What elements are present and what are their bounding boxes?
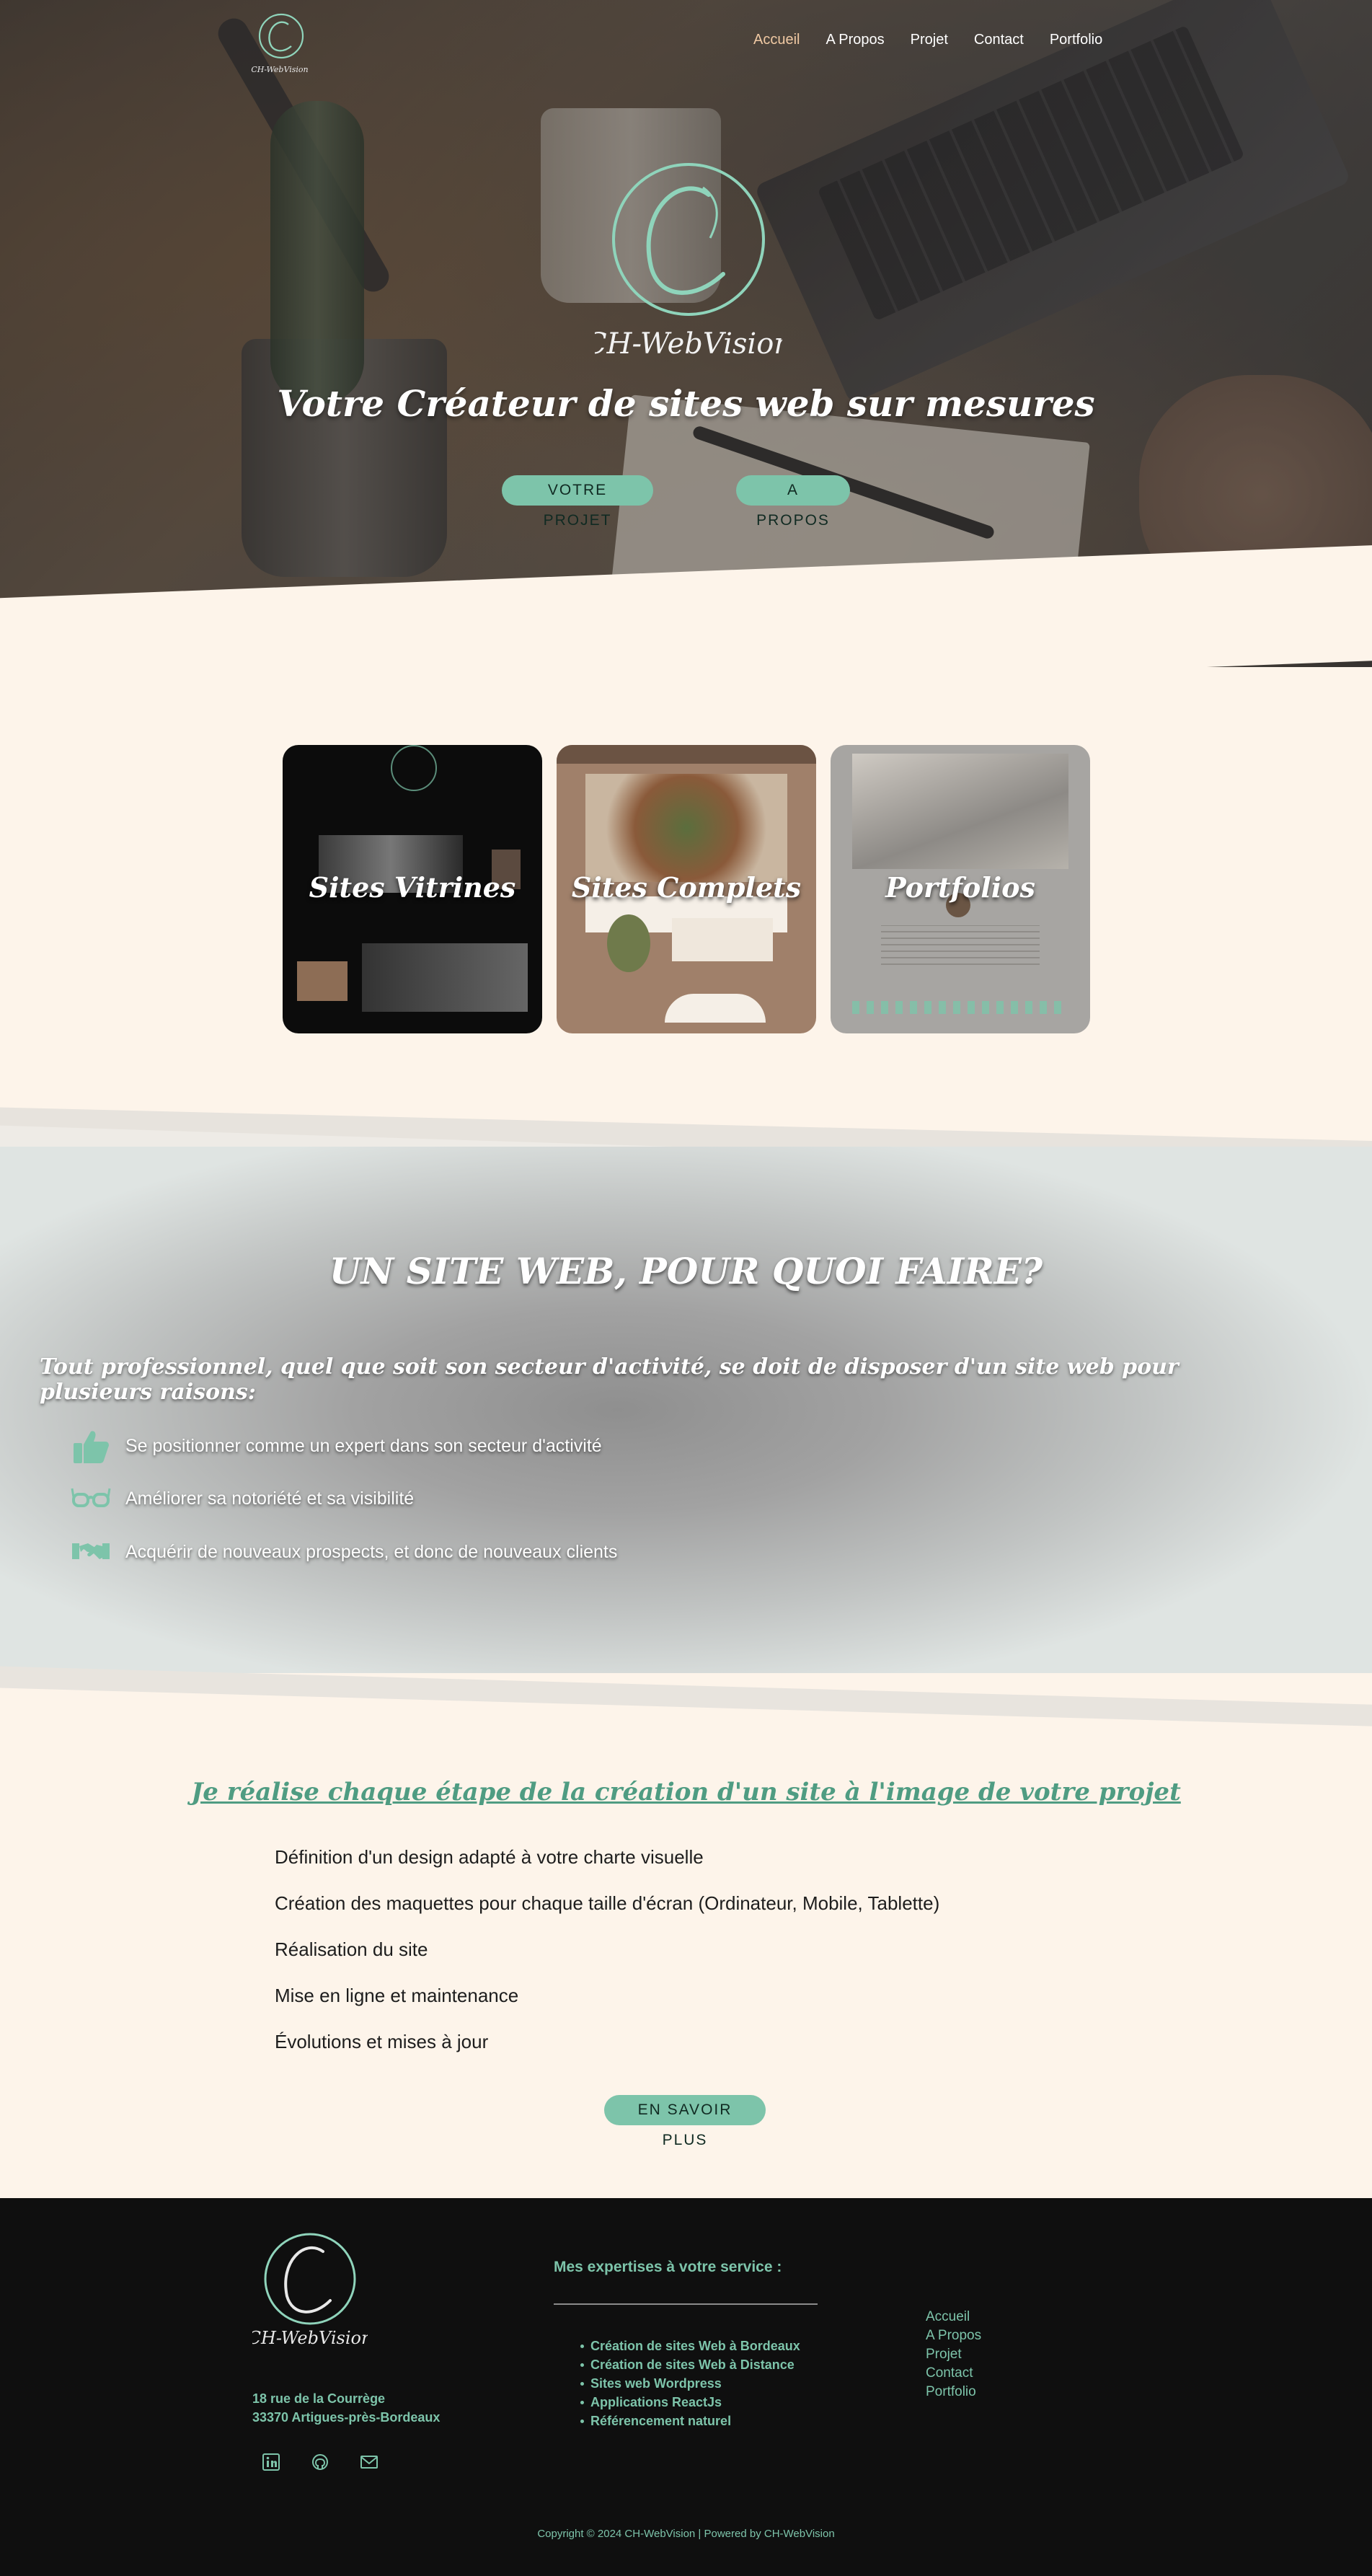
card-preview-navbar [557, 745, 816, 764]
votre-projet-button[interactable]: VOTRE PROJET [502, 475, 653, 529]
card-preview-skills [852, 1001, 1068, 1014]
main-nav: Accueil A Propos Projet Contact Portfoli… [753, 32, 1102, 48]
reason-text: Acquérir de nouveaux prospects, et donc … [125, 1541, 618, 1562]
why-title: UN SITE WEB, POUR QUOI FAIRE? [329, 1250, 1043, 1292]
expertise-link[interactable]: Sites web Wordpress [580, 2374, 800, 2393]
reason-item: Acquérir de nouveaux prospects, et donc … [71, 1532, 617, 1572]
why-section [0, 1147, 1372, 1673]
reason-item: Se positionner comme un expert dans son … [71, 1426, 602, 1466]
footer-copyright: Copyright © 2024 CH-WebVision | Powered … [537, 2528, 835, 2540]
footer-nav-portfolio[interactable]: Portfolio [926, 2383, 981, 2401]
process-step: Création des maquettes pour chaque taill… [275, 1892, 940, 1914]
card-sites-vitrines[interactable]: Sites Vitrines [283, 745, 542, 1033]
footer-logo-text: CH-WebVision [252, 2328, 368, 2348]
footer-logo[interactable]: CH-WebVision [252, 2228, 368, 2358]
nav-item-projet[interactable]: Projet [911, 32, 948, 48]
process-title: Je réalise chaque étape de la création d… [191, 1778, 1181, 1807]
expertise-link[interactable]: Création de sites Web à Distance [580, 2355, 800, 2374]
card-preview-logo [391, 745, 437, 791]
card-sites-complets[interactable]: Sites Complets [557, 745, 816, 1033]
reason-text: Améliorer sa notoriété et sa visibilité [125, 1488, 415, 1509]
footer-expertise-list: Création de sites Web à Bordeaux Créatio… [580, 2337, 800, 2430]
expertise-link[interactable]: Applications ReactJs [580, 2393, 800, 2412]
process-step: Définition d'un design adapté à votre ch… [275, 1846, 704, 1868]
nav-item-a-propos[interactable]: A Propos [826, 32, 884, 48]
hero-logo-text: CH-WebVision [595, 327, 782, 361]
footer-nav-contact[interactable]: Contact [926, 2364, 981, 2383]
hero-logo: CH-WebVision [595, 163, 782, 361]
card-title: Sites Vitrines [309, 871, 516, 904]
footer-divider [554, 2303, 818, 2305]
card-preview-banner [362, 943, 528, 1012]
nav-item-contact[interactable]: Contact [974, 32, 1024, 48]
why-subtitle: Tout professionnel, quel que soit son se… [40, 1354, 1179, 1405]
card-title: Portfolios [885, 871, 1035, 904]
footer-address: 18 rue de la Courrège 33370 Artigues-prè… [252, 2389, 440, 2427]
footer-nav-projet[interactable]: Projet [926, 2345, 981, 2364]
footer-expertise-title: Mes expertises à votre service : [554, 2259, 782, 2275]
a-propos-button[interactable]: A PROPOS [736, 475, 850, 529]
process-step: Réalisation du site [275, 1938, 428, 1960]
linkedin-icon[interactable] [261, 2452, 281, 2472]
address-line-1: 18 rue de la Courrège [252, 2391, 386, 2406]
nav-logo[interactable]: CH-WebVision [251, 10, 309, 79]
footer-nav-a-propos[interactable]: A Propos [926, 2326, 981, 2345]
card-preview-text [672, 918, 773, 961]
card-preview-portrait [297, 961, 348, 1001]
expertise-link[interactable]: Référencement naturel [580, 2412, 800, 2430]
nav-item-portfolio[interactable]: Portfolio [1050, 32, 1102, 48]
card-preview-food-image [585, 774, 787, 882]
process-step: Évolutions et mises à jour [275, 2031, 489, 2052]
github-icon[interactable] [310, 2452, 330, 2472]
reason-item: Améliorer sa notoriété et sa visibilité [71, 1478, 414, 1519]
nav-logo-text: CH-WebVision [251, 65, 308, 74]
thumbs-up-icon [74, 1431, 109, 1463]
en-savoir-plus-button[interactable]: EN SAVOIR PLUS [604, 2095, 766, 2148]
footer-nav: Accueil A Propos Projet Contact Portfoli… [926, 2308, 981, 2401]
footer-nav-accueil[interactable]: Accueil [926, 2308, 981, 2326]
card-preview-wave [665, 994, 766, 1023]
hero-title: Votre Créateur de sites web sur mesures [277, 382, 1095, 425]
card-portfolios[interactable]: Portfolios [831, 745, 1090, 1033]
card-preview-hero [852, 754, 1068, 869]
handshake-icon [72, 1543, 110, 1559]
expertise-link[interactable]: Création de sites Web à Bordeaux [580, 2337, 800, 2355]
footer-social [261, 2452, 379, 2472]
card-preview-lines [881, 925, 1040, 965]
address-line-2: 33370 Artigues-près-Bordeaux [252, 2410, 441, 2425]
nav-item-accueil[interactable]: Accueil [753, 32, 800, 48]
mail-icon[interactable] [359, 2452, 379, 2472]
card-preview-photo [607, 914, 650, 972]
glasses-icon [71, 1488, 111, 1507]
reason-text: Se positionner comme un expert dans son … [125, 1435, 602, 1456]
process-step: Mise en ligne et maintenance [275, 1985, 519, 2006]
card-title: Sites Complets [571, 871, 802, 904]
